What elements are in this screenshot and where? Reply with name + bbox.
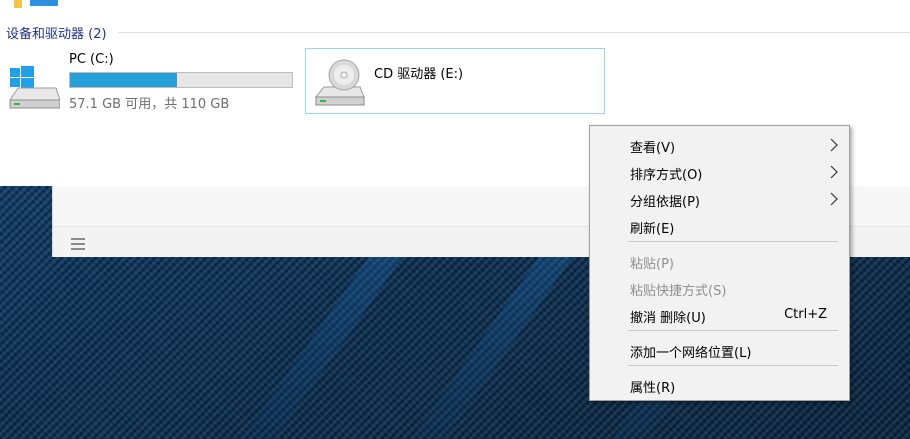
menu-separator	[628, 365, 838, 366]
folder-icon	[14, 0, 58, 8]
chevron-right-icon	[830, 192, 838, 206]
menu-item-label: 撤消 删除(U)	[630, 311, 706, 326]
chevron-right-icon	[830, 165, 838, 179]
windows-drive-icon	[9, 66, 60, 109]
menu-item-label: 分组依据(P)	[630, 195, 700, 210]
menu-item-group-by[interactable]: 分组依据(P)	[590, 187, 849, 211]
menu-separator	[628, 330, 838, 331]
drive-e-name: CD 驱动器 (E:)	[374, 67, 464, 82]
menu-item-shortcut: Ctrl+Z	[784, 307, 827, 322]
context-menu: 查看(V) 排序方式(O) 分组依据(P) 刷新(E) 粘贴(P) 粘贴快捷方式…	[589, 125, 850, 401]
menu-item-sort-by[interactable]: 排序方式(O)	[590, 160, 849, 184]
menu-item-add-network-location[interactable]: 添加一个网络位置(L)	[590, 338, 849, 362]
chevron-right-icon	[830, 138, 838, 152]
menu-item-label: 粘贴(P)	[630, 257, 674, 272]
drive-c-space-text: 57.1 GB 可用，共 110 GB	[69, 97, 230, 112]
drive-c-item[interactable]: PC (C:) 57.1 GB 可用，共 110 GB	[4, 48, 300, 112]
drive-e-item[interactable]: CD 驱动器 (E:)	[305, 48, 605, 114]
menu-item-undo-delete[interactable]: 撤消 删除(U) Ctrl+Z	[590, 303, 849, 327]
menu-separator	[628, 241, 838, 242]
menu-item-refresh[interactable]: 刷新(E)	[590, 214, 849, 238]
drive-c-usage-bar	[69, 72, 293, 88]
menu-item-label: 查看(V)	[630, 141, 676, 156]
hamburger-menu-icon[interactable]	[71, 238, 85, 250]
menu-item-paste[interactable]: 粘贴(P)	[590, 249, 849, 273]
menu-item-label: 刷新(E)	[630, 222, 675, 237]
menu-item-view[interactable]: 查看(V)	[590, 133, 849, 157]
drive-c-usage-fill	[70, 73, 177, 87]
menu-item-label: 添加一个网络位置(L)	[630, 346, 752, 361]
menu-item-properties[interactable]: 属性(R)	[590, 373, 849, 397]
cd-drive-icon	[314, 59, 365, 106]
menu-item-paste-shortcut[interactable]: 粘贴快捷方式(S)	[590, 276, 849, 300]
menu-item-label: 粘贴快捷方式(S)	[630, 284, 727, 299]
group-header-devices[interactable]: 设备和驱动器 (2)	[6, 23, 107, 42]
drive-c-name: PC (C:)	[69, 52, 114, 67]
menu-item-label: 排序方式(O)	[630, 168, 703, 183]
menu-item-label: 属性(R)	[630, 381, 676, 396]
group-divider	[118, 32, 910, 33]
